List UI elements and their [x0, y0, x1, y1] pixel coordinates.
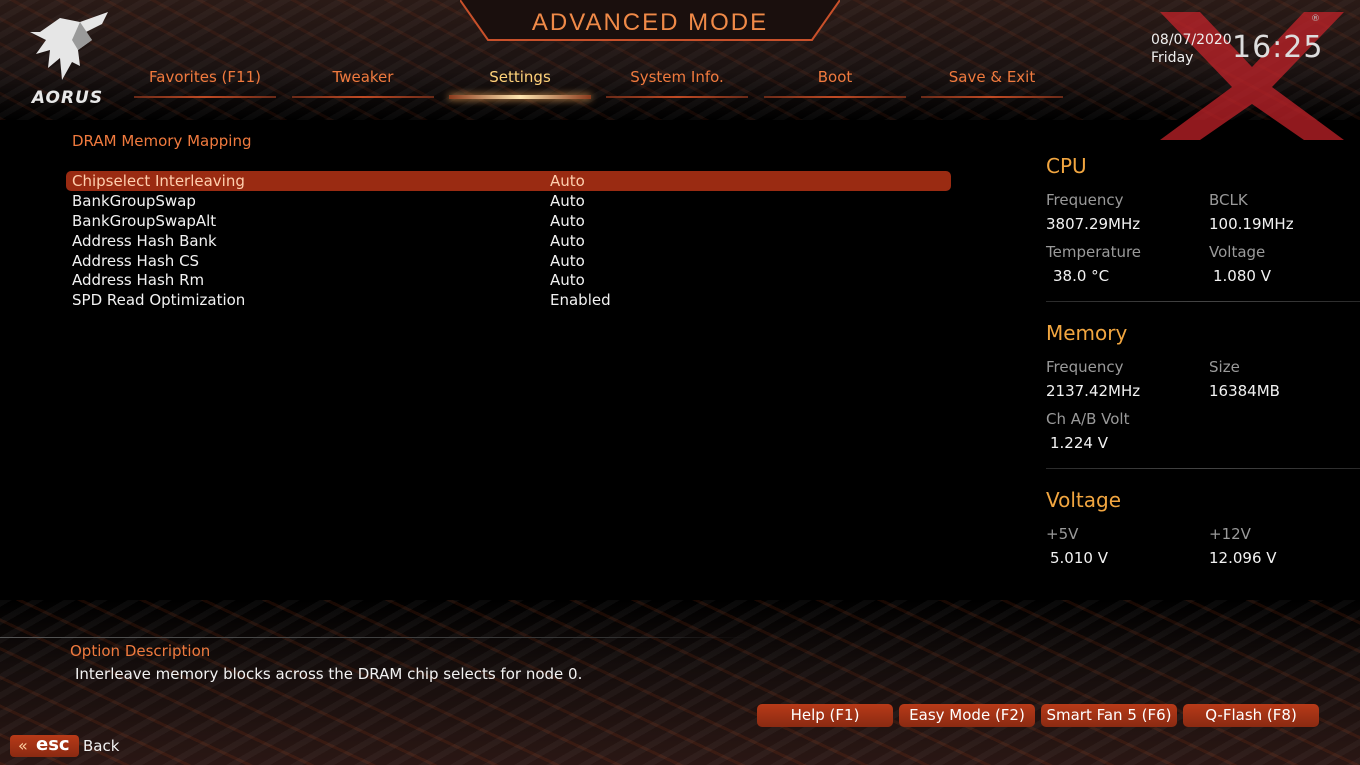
- section-divider: [1046, 468, 1360, 469]
- tab-label: Favorites (F11): [149, 68, 261, 86]
- tab-underline: [764, 96, 906, 98]
- tab-label: Save & Exit: [948, 68, 1036, 86]
- memory-size-label: Size: [1209, 358, 1240, 376]
- setting-name: Address Hash Rm: [72, 271, 205, 290]
- tab-underline: [134, 96, 276, 98]
- title-banner: ADVANCED MODE: [460, 0, 840, 44]
- tab-label: Boot: [817, 68, 853, 86]
- registered-mark: ®: [1311, 14, 1320, 24]
- voltage-section: Voltage +5V +12V 5.010 V 12.096 V: [1046, 488, 1360, 578]
- setting-row-address-hash-rm[interactable]: Address Hash Rm Auto: [66, 270, 951, 290]
- cpu-temperature-value: 38.0 °C: [1053, 267, 1110, 285]
- option-description-title: Option Description: [70, 642, 211, 660]
- memory-title: Memory: [1046, 321, 1128, 345]
- setting-row-bankgroupswap[interactable]: BankGroupSwap Auto: [66, 191, 951, 211]
- tab-label: Settings: [489, 68, 551, 86]
- tab-tweaker[interactable]: Tweaker: [292, 68, 434, 98]
- plus5v-value: 5.010 V: [1050, 549, 1108, 567]
- memory-frequency-value: 2137.42MHz: [1046, 382, 1141, 400]
- esc-label: esc: [36, 734, 70, 755]
- cpu-temperature-label: Temperature: [1046, 243, 1142, 261]
- plus12v-value: 12.096 V: [1209, 549, 1277, 567]
- tab-system-info[interactable]: System Info.: [606, 68, 748, 98]
- help-button[interactable]: Help (F1): [757, 704, 893, 727]
- tab-favorites[interactable]: Favorites (F11): [134, 68, 276, 98]
- cpu-voltage-label: Voltage: [1209, 243, 1266, 261]
- setting-value[interactable]: Auto: [550, 212, 585, 230]
- setting-value[interactable]: Auto: [550, 252, 585, 270]
- setting-value[interactable]: Auto: [550, 192, 585, 210]
- option-description-text: Interleave memory blocks across the DRAM…: [75, 665, 583, 683]
- settings-list: Chipselect Interleaving Auto BankGroupSw…: [66, 171, 951, 310]
- tab-boot[interactable]: Boot: [764, 68, 906, 98]
- memory-size-value: 16384MB: [1209, 382, 1280, 400]
- setting-row-chipselect-interleaving[interactable]: Chipselect Interleaving Auto: [66, 171, 951, 191]
- day-text: Friday: [1151, 50, 1194, 66]
- memory-section: Memory Frequency Size 2137.42MHz 16384MB…: [1046, 321, 1360, 471]
- setting-name: Address Hash CS: [72, 251, 200, 270]
- setting-value[interactable]: Enabled: [550, 291, 611, 309]
- aorus-logo: AORUS: [20, 10, 115, 110]
- eagle-icon: [30, 12, 108, 80]
- tab-save-exit[interactable]: Save & Exit: [921, 68, 1063, 98]
- easy-mode-button[interactable]: Easy Mode (F2): [899, 704, 1035, 727]
- tab-underline: [606, 96, 748, 98]
- esc-back-button[interactable]: « esc: [10, 734, 79, 757]
- time-display: 16:25: [1232, 30, 1324, 65]
- cpu-voltage-value: 1.080 V: [1213, 267, 1271, 285]
- tab-underline: [292, 96, 434, 98]
- setting-name: BankGroupSwapAlt: [72, 211, 217, 230]
- memory-chab-volt-label: Ch A/B Volt: [1046, 410, 1130, 428]
- q-flash-button[interactable]: Q-Flash (F8): [1183, 704, 1319, 727]
- date-display: 08/07/2020 Friday: [1151, 31, 1232, 67]
- back-label: Back: [83, 737, 120, 755]
- cpu-frequency-value: 3807.29MHz: [1046, 215, 1141, 233]
- tab-label: System Info.: [630, 68, 724, 86]
- tab-label: Tweaker: [332, 68, 394, 86]
- memory-chab-volt-value: 1.224 V: [1050, 434, 1108, 452]
- page-title: ADVANCED MODE: [531, 9, 769, 36]
- setting-value[interactable]: Auto: [550, 232, 585, 250]
- setting-value[interactable]: Auto: [550, 172, 585, 190]
- setting-row-spd-read-optimization[interactable]: SPD Read Optimization Enabled: [66, 290, 951, 310]
- setting-row-address-hash-bank[interactable]: Address Hash Bank Auto: [66, 231, 951, 251]
- setting-name: SPD Read Optimization: [72, 291, 246, 310]
- setting-name: BankGroupSwap: [72, 191, 196, 210]
- setting-name: Chipselect Interleaving: [72, 172, 245, 190]
- setting-row-address-hash-cs[interactable]: Address Hash CS Auto: [66, 251, 951, 271]
- voltage-title: Voltage: [1046, 488, 1122, 512]
- tab-underline: [921, 96, 1063, 98]
- cpu-title: CPU: [1046, 154, 1087, 178]
- section-divider: [1046, 301, 1360, 302]
- plus12v-label: +12V: [1209, 525, 1251, 543]
- tab-underline: [449, 95, 591, 99]
- setting-value[interactable]: Auto: [550, 271, 585, 289]
- cpu-bclk-label: BCLK: [1209, 191, 1248, 209]
- smart-fan-button[interactable]: Smart Fan 5 (F6): [1041, 704, 1177, 727]
- section-title: DRAM Memory Mapping: [72, 132, 252, 150]
- tab-settings[interactable]: Settings: [449, 68, 591, 99]
- cpu-bclk-value: 100.19MHz: [1209, 215, 1294, 233]
- cpu-section: CPU Frequency BCLK 3807.29MHz 100.19MHz …: [1046, 154, 1360, 304]
- logo-text: AORUS: [31, 88, 104, 108]
- plus5v-label: +5V: [1046, 525, 1079, 543]
- memory-frequency-label: Frequency: [1046, 358, 1124, 376]
- cpu-frequency-label: Frequency: [1046, 191, 1124, 209]
- setting-row-bankgroupswapalt[interactable]: BankGroupSwapAlt Auto: [66, 211, 951, 231]
- description-divider: [0, 637, 750, 638]
- setting-name: Address Hash Bank: [72, 231, 217, 250]
- date-text: 08/07/2020: [1151, 32, 1232, 48]
- double-chevron-left-icon: «: [18, 736, 28, 755]
